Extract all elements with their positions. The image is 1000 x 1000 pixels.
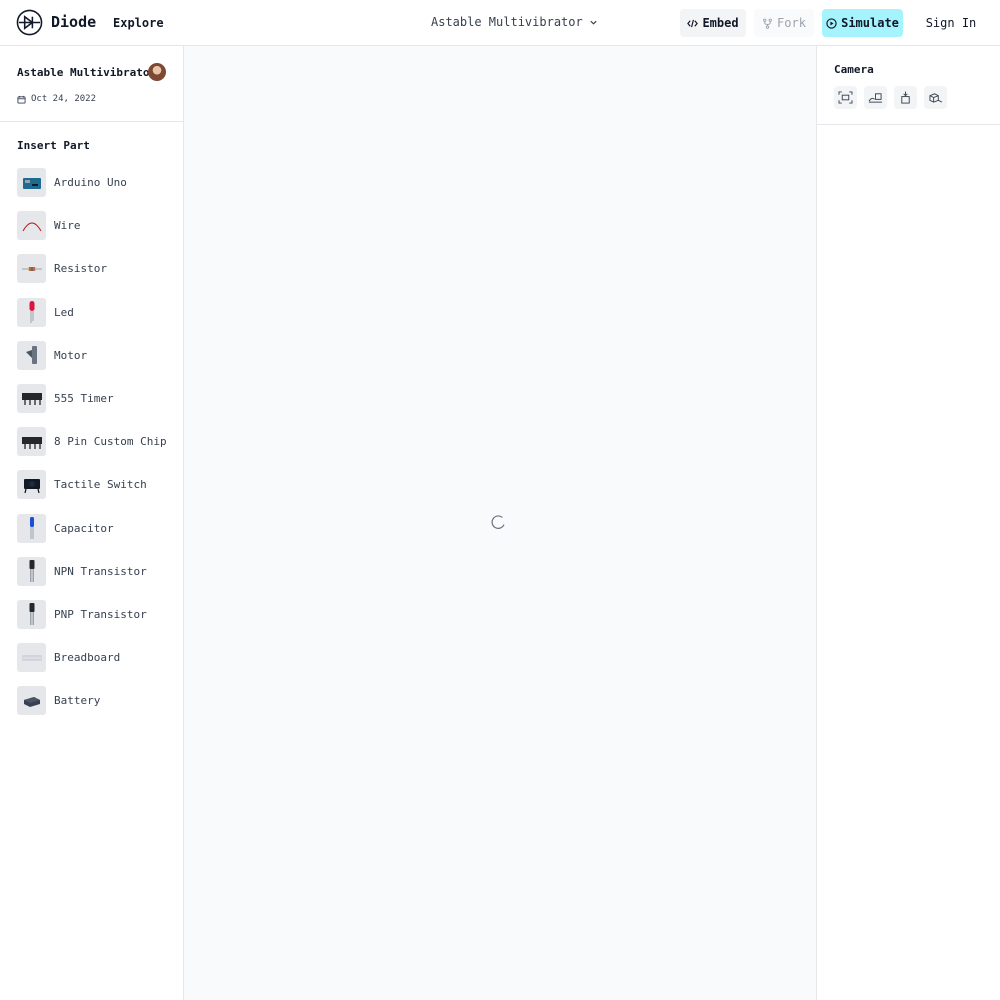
play-circle-icon bbox=[826, 17, 837, 29]
insert-part-title: Insert Part bbox=[17, 139, 90, 152]
arduino-uno-icon bbox=[17, 168, 46, 197]
chevron-down-icon bbox=[590, 20, 597, 25]
fork-icon bbox=[763, 18, 772, 29]
divider bbox=[817, 124, 1000, 125]
wire-icon bbox=[17, 211, 46, 241]
loading-spinner-icon bbox=[491, 515, 505, 529]
brand-name[interactable]: Diode bbox=[51, 13, 96, 31]
sign-in-label: Sign In bbox=[925, 16, 977, 30]
part-tactile-switch[interactable]: Tactile Switch bbox=[17, 470, 177, 513]
sign-in-button[interactable]: Sign In bbox=[920, 9, 982, 37]
camera-side-icon bbox=[868, 93, 882, 103]
part-label: NPN Transistor bbox=[54, 564, 147, 578]
simulate-button[interactable]: Simulate bbox=[822, 9, 903, 37]
breadboard-icon bbox=[17, 643, 46, 673]
diode-logo-icon[interactable] bbox=[16, 9, 43, 36]
code-icon bbox=[687, 19, 699, 27]
calendar-icon bbox=[17, 95, 26, 104]
npn-transistor-icon bbox=[17, 556, 46, 586]
tactile-switch-icon bbox=[17, 470, 46, 500]
part-8-pin-custom-chip[interactable]: 8 Pin Custom Chip bbox=[17, 427, 177, 470]
camera-controls bbox=[834, 86, 947, 109]
part-label: Capacitor bbox=[54, 521, 114, 535]
resistor-icon bbox=[17, 254, 46, 284]
camera-front-button[interactable] bbox=[834, 86, 857, 109]
part-label: 555 Timer bbox=[54, 391, 114, 405]
explore-link[interactable]: Explore bbox=[113, 16, 164, 30]
embed-label: Embed bbox=[702, 16, 739, 30]
circuit-canvas[interactable] bbox=[184, 46, 816, 1000]
part-label: Wire bbox=[54, 219, 81, 233]
part-battery[interactable]: Battery bbox=[17, 686, 177, 729]
left-sidebar: Astable Multivibrator Oct 24, 2022 Inser… bbox=[0, 46, 184, 1000]
project-date-text: Oct 24, 2022 bbox=[31, 94, 97, 104]
camera-side-button[interactable] bbox=[864, 86, 887, 109]
part-label: Battery bbox=[54, 694, 101, 708]
555-timer-icon bbox=[17, 383, 46, 413]
part-led[interactable]: Led bbox=[17, 297, 177, 341]
part-npn-transistor[interactable]: NPN Transistor bbox=[17, 556, 177, 600]
simulate-label: Simulate bbox=[841, 16, 899, 30]
camera-title: Camera bbox=[834, 63, 874, 76]
part-label: Breadboard bbox=[54, 651, 121, 665]
fork-button[interactable]: Fork bbox=[754, 9, 814, 37]
part-label: Led bbox=[54, 305, 74, 319]
camera-top-button[interactable] bbox=[894, 86, 917, 109]
part-breadboard[interactable]: Breadboard bbox=[17, 643, 177, 686]
fork-label: Fork bbox=[777, 16, 806, 30]
motor-icon bbox=[17, 340, 46, 370]
capacitor-icon bbox=[17, 513, 46, 543]
part-wire[interactable]: Wire bbox=[17, 211, 177, 254]
part-label: Tactile Switch bbox=[54, 478, 147, 492]
8-pin-custom-chip-icon bbox=[17, 427, 46, 457]
battery-icon bbox=[17, 686, 46, 716]
part-555-timer[interactable]: 555 Timer bbox=[17, 383, 177, 427]
part-label: Arduino Uno bbox=[54, 176, 127, 189]
top-bar: Diode Explore Astable Multivibrator Embe… bbox=[0, 0, 1000, 46]
part-label: Resistor bbox=[54, 262, 107, 276]
part-label: 8 Pin Custom Chip bbox=[54, 435, 167, 449]
parts-list: Arduino Uno Wire Resistor Led Motor 555 … bbox=[17, 168, 177, 729]
part-pnp-transistor[interactable]: PNP Transistor bbox=[17, 599, 177, 643]
camera-top-icon bbox=[901, 91, 910, 104]
project-selector-label: Astable Multivibrator bbox=[431, 15, 583, 29]
project-date: Oct 24, 2022 bbox=[17, 94, 96, 104]
part-label: Motor bbox=[54, 348, 88, 362]
led-icon bbox=[17, 297, 46, 327]
camera-front-icon bbox=[838, 91, 853, 104]
part-resistor[interactable]: Resistor bbox=[17, 254, 177, 297]
project-selector[interactable]: Astable Multivibrator bbox=[431, 15, 598, 29]
camera-iso-button[interactable] bbox=[924, 86, 947, 109]
divider bbox=[0, 121, 183, 122]
part-capacitor[interactable]: Capacitor bbox=[17, 513, 177, 557]
right-sidebar: Camera bbox=[816, 46, 1000, 1000]
avatar[interactable] bbox=[148, 63, 166, 81]
camera-iso-icon bbox=[929, 93, 943, 103]
part-label: PNP Transistor bbox=[54, 607, 147, 621]
part-motor[interactable]: Motor bbox=[17, 340, 177, 384]
part-arduino-uno[interactable]: Arduino Uno bbox=[17, 168, 177, 211]
project-title: Astable Multivibrator bbox=[17, 66, 157, 79]
embed-button[interactable]: Embed bbox=[680, 9, 746, 37]
pnp-transistor-icon bbox=[17, 599, 46, 629]
